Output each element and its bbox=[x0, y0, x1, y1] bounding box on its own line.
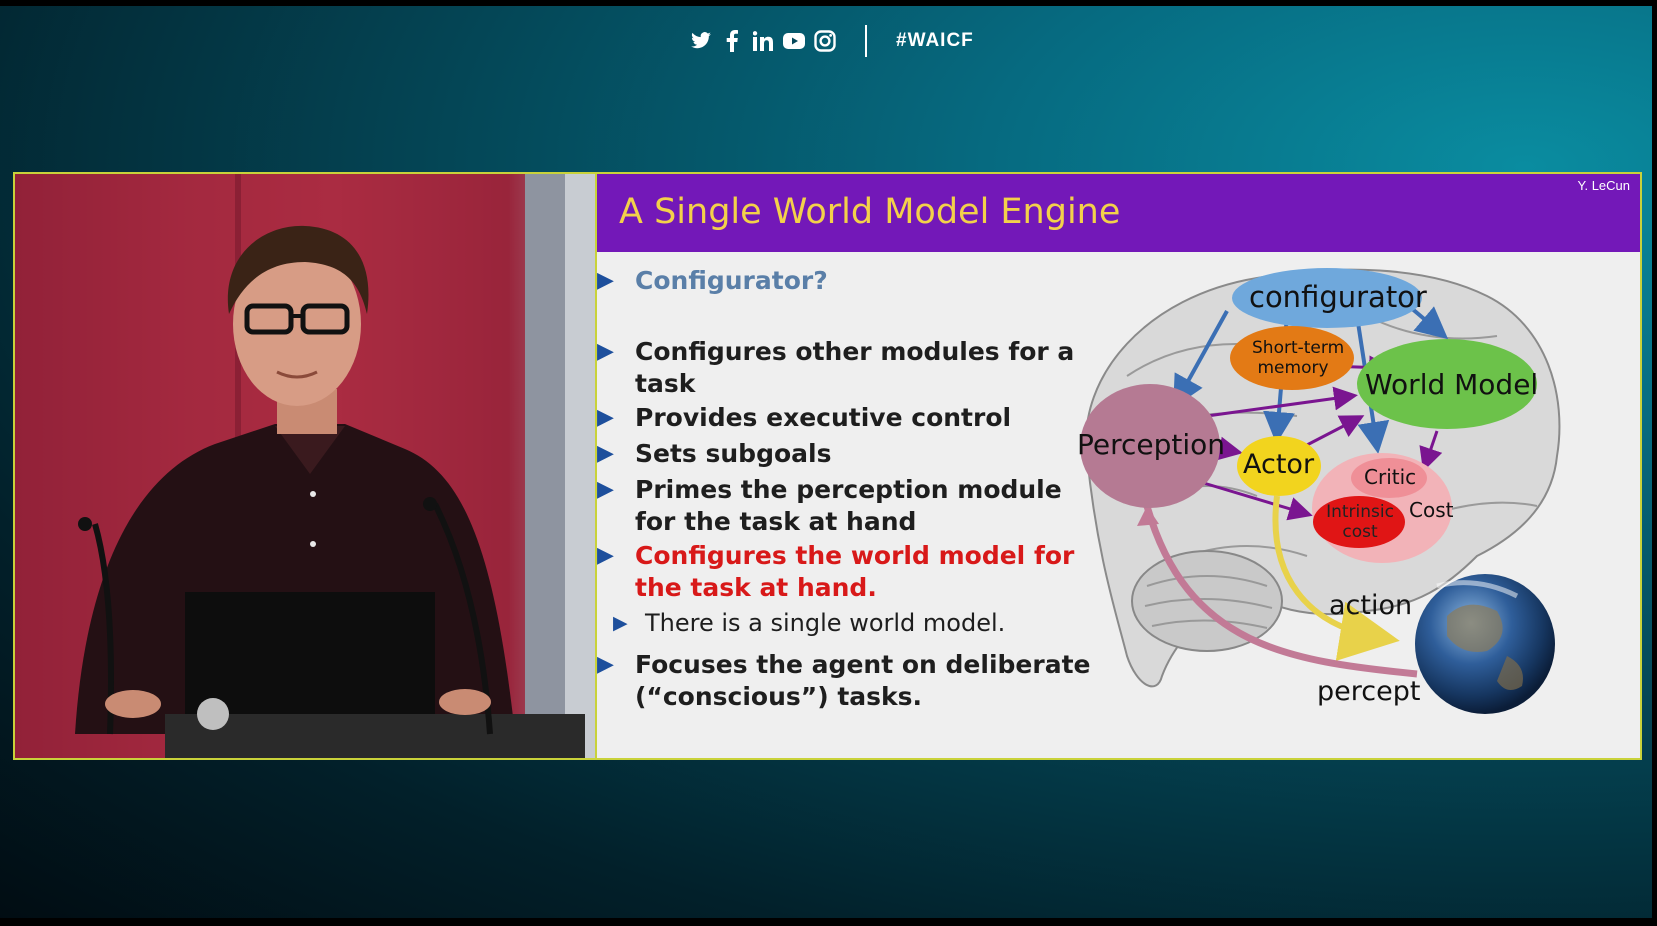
bullet-text: Configures the world model for bbox=[635, 541, 1075, 570]
world-model-label: World Model bbox=[1365, 368, 1539, 401]
presentation-slide: A Single World Model Engine Y. LeCun ▶ C… bbox=[597, 172, 1642, 760]
bullet-arrow-icon: ▶ bbox=[597, 339, 614, 364]
short-term-memory-line1: Short-term bbox=[1252, 338, 1345, 358]
bullet-item: ▶ Primes the perception module for the t… bbox=[597, 474, 1062, 538]
intrinsic-cost-line2: cost bbox=[1342, 522, 1378, 542]
critic-label: Critic bbox=[1364, 465, 1417, 489]
letterbox-right bbox=[1652, 0, 1657, 926]
slide-credit: Y. LeCun bbox=[1577, 178, 1630, 193]
bullet-list: ▶ Configurator? ▶ Configures other modul… bbox=[597, 174, 1117, 758]
sub-bullet-arrow-icon: ▶ bbox=[613, 612, 628, 634]
actor-label: Actor bbox=[1243, 449, 1315, 480]
linkedin-icon[interactable] bbox=[752, 30, 774, 52]
bullet-arrow-icon: ▶ bbox=[597, 543, 614, 568]
bullet-arrow-icon: ▶ bbox=[597, 268, 614, 293]
bullet-item: ▶ Focuses the agent on deliberate (“cons… bbox=[597, 649, 1091, 713]
bullet-item: ▶ Configurator? bbox=[597, 265, 828, 297]
bullet-text: There is a single world model. bbox=[645, 609, 1006, 637]
sub-bullet-item: ▶ There is a single world model. bbox=[613, 607, 1006, 639]
bullet-text: Sets subgoals bbox=[635, 439, 832, 468]
bullet-text: the task at hand. bbox=[635, 573, 877, 602]
bullet-text: for the task at hand bbox=[635, 507, 917, 536]
short-term-memory-label: Short-term memory bbox=[1252, 338, 1345, 378]
instagram-icon[interactable] bbox=[814, 30, 836, 52]
bullet-text: Configurator? bbox=[635, 266, 828, 295]
bullet-arrow-icon: ▶ bbox=[597, 652, 614, 677]
perception-label: Perception bbox=[1077, 428, 1226, 461]
letterbox-top bbox=[0, 0, 1657, 6]
social-bar: #WAICF bbox=[690, 25, 974, 57]
bullet-item-highlighted: ▶ Configures the world model for the tas… bbox=[597, 540, 1075, 604]
bullet-item: ▶ Sets subgoals bbox=[597, 438, 832, 470]
cost-label: Cost bbox=[1409, 498, 1454, 522]
facebook-icon[interactable] bbox=[721, 30, 743, 52]
speaker-video bbox=[13, 172, 597, 760]
bullet-text: Provides executive control bbox=[635, 403, 1012, 432]
speaker-illustration bbox=[15, 174, 595, 758]
bullet-arrow-icon: ▶ bbox=[597, 441, 614, 466]
twitter-icon[interactable] bbox=[690, 30, 712, 52]
hashtag-label: #WAICF bbox=[896, 30, 974, 51]
world-model-diagram: configurator Short-term memory World Mod… bbox=[1067, 256, 1640, 758]
bullet-arrow-icon: ▶ bbox=[597, 477, 614, 502]
bullet-item: ▶ Configures other modules for a task bbox=[597, 336, 1075, 400]
bullet-text: Configures other modules for a bbox=[635, 337, 1075, 366]
bullet-text: task bbox=[635, 369, 696, 398]
bullet-item: ▶ Provides executive control bbox=[597, 402, 1012, 434]
bullet-text: (“conscious”) tasks. bbox=[635, 682, 923, 711]
letterbox-bottom bbox=[0, 918, 1657, 926]
bullet-arrow-icon: ▶ bbox=[597, 405, 614, 430]
percept-label: percept bbox=[1317, 676, 1421, 707]
intrinsic-cost-line1: Intrinsic bbox=[1326, 502, 1394, 522]
social-divider bbox=[865, 25, 867, 57]
action-label: action bbox=[1329, 590, 1413, 621]
short-term-memory-line2: memory bbox=[1257, 358, 1329, 378]
bullet-text: Primes the perception module bbox=[635, 475, 1062, 504]
youtube-icon[interactable] bbox=[783, 30, 805, 52]
configurator-label: configurator bbox=[1249, 280, 1427, 314]
intrinsic-cost-label: Intrinsic cost bbox=[1325, 502, 1395, 542]
bullet-text: Focuses the agent on deliberate bbox=[635, 650, 1091, 679]
